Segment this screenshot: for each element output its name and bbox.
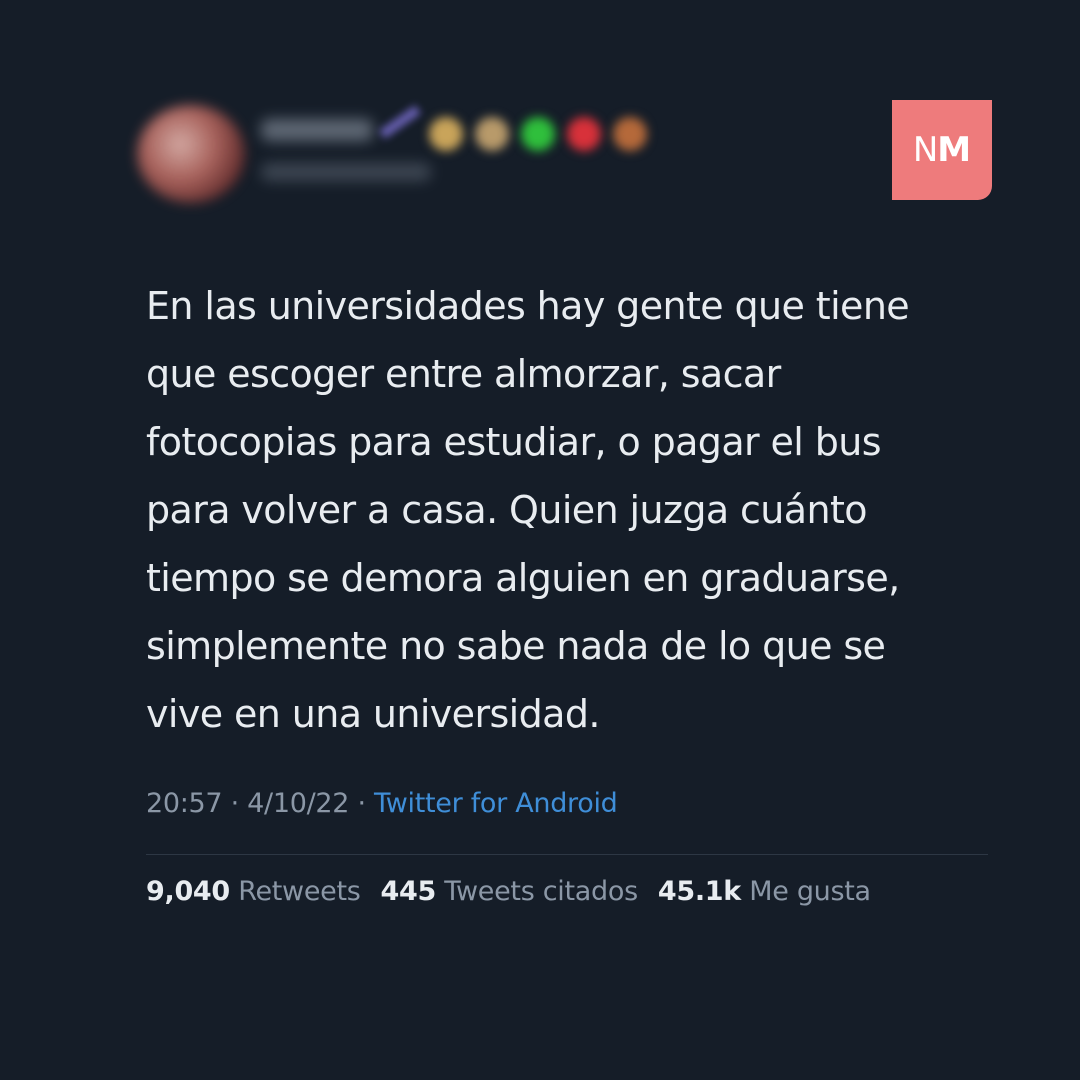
username-handle-blurred[interactable] (261, 163, 431, 181)
meta-separator: · (222, 788, 248, 819)
tweet-screenshot: NM En las universidades hay gente que ti… (0, 0, 1080, 1080)
quote-tweets-stat[interactable]: 445 Tweets citados (380, 876, 639, 907)
logo-letter-n: N (912, 130, 938, 170)
orange-emoji-icon (613, 117, 647, 151)
nm-logo: NM (892, 100, 992, 200)
quote-tweets-label: Tweets citados (444, 876, 638, 907)
logo-letter-m: M (937, 130, 972, 170)
tweet-source-link[interactable]: Twitter for Android (374, 788, 618, 819)
red-heart-icon (567, 117, 601, 151)
likes-count: 45.1k (657, 876, 741, 907)
tweet-time[interactable]: 20:57 (146, 788, 223, 819)
tweet-stats: 9,040 Retweets 445 Tweets citados 45.1k Me… (146, 876, 871, 907)
divider (146, 854, 988, 855)
tweet-meta: 20:57 · 4/10/22 · Twitter for Android (146, 788, 618, 819)
display-name-blurred[interactable] (261, 119, 373, 141)
retweets-count: 9,040 (146, 876, 230, 907)
tweet-text: En las universidades hay gente que tiene… (146, 284, 910, 736)
green-heart-icon (521, 117, 555, 151)
pen-emoji-icon (379, 105, 421, 139)
likes-label: Me gusta (749, 876, 871, 907)
gold-emoji-icon (429, 117, 463, 151)
tweet-date[interactable]: 4/10/22 (247, 788, 349, 819)
gold-emoji-icon (475, 117, 509, 151)
retweets-stat[interactable]: 9,040 Retweets (146, 876, 361, 907)
meta-separator: · (349, 788, 375, 819)
likes-stat[interactable]: 45.1k Me gusta (658, 876, 871, 907)
tweet-author[interactable] (133, 95, 693, 210)
avatar[interactable] (137, 105, 245, 203)
quote-tweets-count: 445 (380, 876, 437, 907)
retweets-label: Retweets (238, 876, 361, 907)
